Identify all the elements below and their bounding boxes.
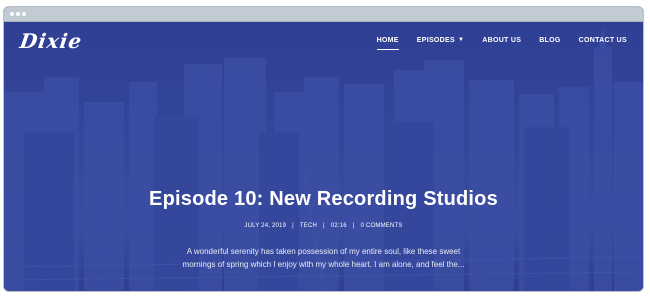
post-title[interactable]: Episode 10: New Recording Studios [4, 188, 643, 211]
nav-item-contact-us[interactable]: CONTACT US [579, 37, 627, 44]
post-date[interactable]: JULY 24, 2019 [244, 223, 286, 229]
meta-separator: | [323, 223, 325, 229]
nav-item-blog[interactable]: BLOG [539, 37, 560, 44]
site-logo[interactable]: Dixie [18, 29, 84, 53]
post-comments-link[interactable]: 0 COMMENTS [361, 223, 403, 229]
nav-item-label: CONTACT US [578, 37, 627, 44]
excerpt-line: A wonderful serenity has taken possessio… [186, 247, 461, 256]
excerpt-line: mornings of spring which I enjoy with my… [182, 260, 465, 269]
post-excerpt: A wonderful serenity has taken possessio… [154, 245, 493, 271]
window-dot-icon[interactable] [16, 12, 20, 16]
chevron-down-icon: ▼ [457, 37, 465, 43]
nav-item-episodes[interactable]: EPISODES ▼ [417, 37, 464, 44]
window-titlebar [4, 7, 643, 22]
nav-item-label: HOME [376, 37, 399, 44]
window-dot-icon[interactable] [10, 12, 14, 16]
nav-item-label: EPISODES [416, 37, 455, 44]
post-category[interactable]: TECH [300, 223, 317, 229]
nav-item-label: BLOG [539, 37, 561, 44]
window-dot-icon[interactable] [22, 12, 26, 16]
nav-item-label: ABOUT US [482, 37, 522, 44]
meta-separator: | [292, 223, 294, 229]
meta-separator: | [352, 223, 355, 229]
nav-item-about-us[interactable]: ABOUT US [482, 37, 521, 44]
nav-item-home[interactable]: HOME [376, 37, 399, 50]
hero-section: Dixie HOME EPISODES ▼ ABOUT US BLOG CONTA… [4, 22, 643, 291]
post-meta: JULY 24, 2019 | TECH | 02:16 | 0 COMMENTS [4, 223, 643, 229]
post-duration: 02:16 [330, 223, 347, 229]
browser-window: Dixie HOME EPISODES ▼ ABOUT US BLOG CONTA… [3, 6, 644, 292]
main-nav: HOME EPISODES ▼ ABOUT US BLOG CONTACT US [359, 37, 627, 50]
